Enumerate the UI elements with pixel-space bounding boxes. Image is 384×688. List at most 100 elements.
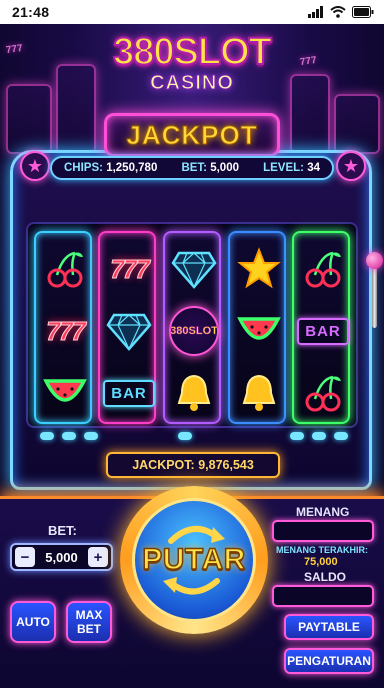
seven-symbol-text: 777 bbox=[110, 253, 150, 284]
reel-symbol-cherry bbox=[294, 239, 352, 299]
max-bet-label: MAX BET bbox=[76, 608, 103, 636]
diamond-icon bbox=[171, 251, 217, 289]
cabinet-light bbox=[178, 432, 192, 440]
cabinet-light bbox=[40, 432, 54, 440]
auto-button[interactable]: AUTO bbox=[10, 601, 56, 643]
wifi-icon bbox=[330, 6, 346, 18]
win-field bbox=[272, 520, 374, 542]
watermelon-icon bbox=[237, 317, 281, 340]
level-label: LEVEL: bbox=[263, 162, 304, 174]
reel-2: 777 BAR bbox=[98, 231, 156, 424]
cabinet-light bbox=[84, 432, 98, 440]
cabinet-light bbox=[334, 432, 348, 440]
star-symbol-icon bbox=[237, 247, 281, 289]
settings-label: PENGATURAN bbox=[287, 654, 371, 668]
diamond-icon bbox=[106, 313, 152, 351]
cherry-icon bbox=[305, 251, 341, 288]
spin-button-label: PUTAR bbox=[141, 542, 246, 577]
watermelon-icon bbox=[43, 379, 87, 402]
paytable-button[interactable]: PAYTABLE bbox=[284, 614, 374, 640]
cabinet-lights-center bbox=[178, 432, 192, 442]
win-label: MENANG bbox=[296, 505, 350, 519]
star-icon: ★ bbox=[336, 151, 366, 181]
background-machine bbox=[290, 74, 330, 154]
status-time: 21:48 bbox=[12, 4, 50, 20]
last-win-label: MENANG TERAKHIR: bbox=[276, 545, 368, 555]
jackpot-display: JACKPOT: 9,876,543 bbox=[106, 452, 280, 478]
signal-icon bbox=[308, 6, 323, 18]
paytable-label: PAYTABLE bbox=[298, 620, 360, 634]
balance-field bbox=[272, 585, 374, 607]
settings-button[interactable]: PENGATURAN bbox=[284, 648, 374, 674]
bet-info: BET: 5,000 bbox=[181, 162, 239, 174]
reel-symbol-bell bbox=[230, 363, 288, 423]
bet-label: BET: bbox=[48, 523, 77, 538]
game-logo: 380SLOT CASINO bbox=[92, 30, 292, 116]
bet-info-value: 5,000 bbox=[210, 162, 239, 174]
bar-symbol-text: BAR bbox=[297, 317, 349, 345]
level-info: LEVEL: 34 bbox=[263, 162, 320, 174]
reel-symbol-logo: 380SLOT bbox=[165, 301, 223, 361]
star-icon: ★ bbox=[20, 151, 50, 181]
reel-5: BAR bbox=[292, 231, 350, 424]
cherry-icon bbox=[305, 375, 341, 412]
cabinet-light bbox=[62, 432, 76, 440]
bar-symbol-text: BAR bbox=[103, 379, 155, 407]
chips-value: 1,250,780 bbox=[106, 162, 158, 174]
bet-stepper: − 5,000 + bbox=[10, 543, 113, 571]
reel-symbol-bar: BAR bbox=[294, 301, 352, 361]
background-machine bbox=[6, 84, 52, 154]
reel-symbol-watermelon bbox=[230, 301, 288, 361]
reel-symbol-cherry bbox=[294, 363, 352, 423]
bell-icon bbox=[242, 374, 276, 411]
bell-icon bbox=[177, 374, 211, 411]
reel-symbol-diamond bbox=[100, 301, 158, 361]
cabinet-light bbox=[290, 432, 304, 440]
lever-knob[interactable] bbox=[366, 252, 383, 269]
logo-title: 380SLOT bbox=[112, 30, 273, 74]
status-icons bbox=[308, 6, 374, 18]
spin-button[interactable]: PUTAR bbox=[132, 498, 256, 622]
background-neon-sign: 777 bbox=[5, 42, 24, 57]
seven-symbol-text: 777 bbox=[46, 315, 86, 346]
reel-symbol-bar: BAR bbox=[100, 363, 158, 423]
reel-symbol-seven: 777 bbox=[100, 239, 158, 299]
status-bar: 21:48 bbox=[0, 0, 384, 24]
bet-decrease-button[interactable]: − bbox=[15, 547, 35, 567]
background-neon-sign: 777 bbox=[299, 54, 318, 69]
reel-symbol-bell bbox=[165, 363, 223, 423]
reel-symbol-seven: 777 bbox=[36, 301, 94, 361]
info-bar: CHIPS: 1,250,780 BET: 5,000 LEVEL: 34 bbox=[50, 156, 334, 180]
jackpot-display-label: JACKPOT: bbox=[132, 458, 195, 472]
chips-info: CHIPS: 1,250,780 bbox=[64, 162, 157, 174]
balance-label: SALDO bbox=[304, 570, 346, 584]
bet-increase-button[interactable]: + bbox=[87, 547, 108, 567]
bet-value: 5,000 bbox=[45, 549, 78, 565]
logo-subtitle: CASINO bbox=[150, 72, 234, 95]
cabinet-lights-right bbox=[290, 432, 348, 442]
bet-info-label: BET: bbox=[181, 162, 208, 174]
battery-icon bbox=[352, 6, 374, 18]
cabinet-light bbox=[312, 432, 326, 440]
last-win-value: 75,000 bbox=[304, 556, 338, 568]
jackpot-display-value: 9,876,543 bbox=[198, 458, 254, 472]
jackpot-sign-text: JACKPOT bbox=[126, 119, 258, 150]
logo-symbol: 380SLOT bbox=[169, 306, 219, 356]
level-value: 34 bbox=[307, 162, 320, 174]
reel-1: 777 bbox=[34, 231, 92, 424]
reel-symbol-star bbox=[230, 239, 288, 299]
reel-symbol-cherry bbox=[36, 239, 94, 299]
lever-stick[interactable] bbox=[372, 264, 377, 328]
max-bet-line-2: BET bbox=[76, 622, 101, 636]
jackpot-sign: JACKPOT bbox=[104, 113, 280, 157]
reel-3: 380SLOT bbox=[163, 231, 221, 424]
max-bet-button[interactable]: MAX BET bbox=[66, 601, 112, 643]
cherry-icon bbox=[47, 251, 83, 288]
reel-4 bbox=[228, 231, 286, 424]
background-machine bbox=[334, 94, 380, 154]
reel-symbol-diamond bbox=[165, 239, 223, 299]
cabinet-lights-left bbox=[40, 432, 98, 442]
background-machine bbox=[56, 64, 96, 154]
auto-button-label: AUTO bbox=[16, 615, 50, 629]
reel-symbol-watermelon bbox=[36, 363, 94, 423]
